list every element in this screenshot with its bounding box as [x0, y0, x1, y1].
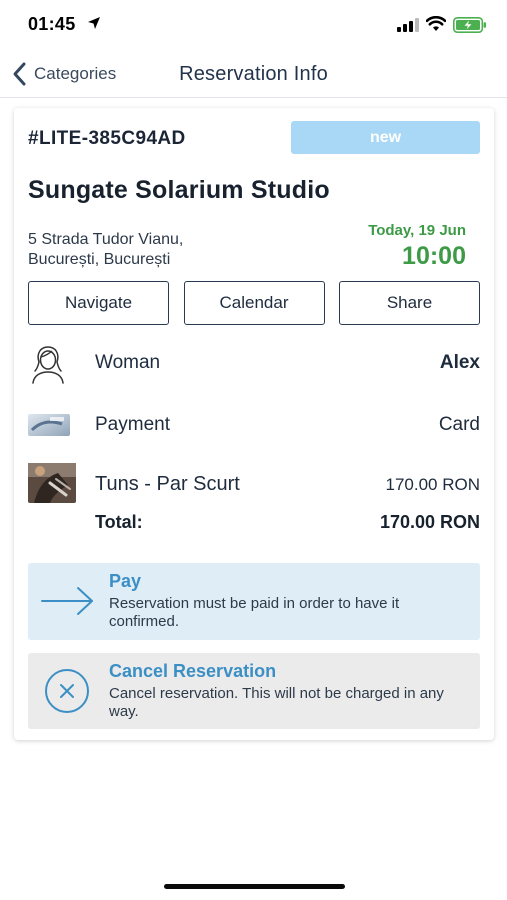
- battery-charging-icon: [453, 17, 486, 33]
- cancel-description: Cancel reservation. This will not be cha…: [109, 685, 444, 720]
- pay-description: Reservation must be paid in order to hav…: [109, 595, 400, 630]
- address-line-2: București, București: [28, 251, 171, 268]
- cellular-signal-icon: [397, 18, 419, 32]
- service-name: Tuns - Par Scurt: [95, 473, 240, 495]
- total-value: 170.00 RON: [379, 512, 480, 532]
- calendar-button[interactable]: Calendar: [183, 281, 325, 325]
- status-bar: 01:45: [0, 0, 507, 50]
- staff-label: Woman: [95, 352, 161, 373]
- share-button[interactable]: Share: [339, 281, 480, 325]
- wifi-icon: [426, 16, 446, 31]
- pay-button[interactable]: Pay Reservation must be paid in order to…: [28, 563, 480, 640]
- cancel-reservation-button[interactable]: Cancel Reservation Cancel reservation. T…: [28, 653, 480, 729]
- home-indicator[interactable]: [164, 884, 345, 889]
- location-arrow-icon: [88, 17, 100, 29]
- page-title: Reservation Info: [179, 63, 328, 85]
- cancel-title: Cancel Reservation: [109, 661, 277, 681]
- reservation-card: #LITE-385C94AD new Sungate Solarium Stud…: [14, 108, 494, 740]
- payment-row: Payment Card: [28, 406, 480, 446]
- navigate-button[interactable]: Navigate: [28, 281, 169, 325]
- payment-value: Card: [438, 414, 480, 435]
- arrow-right-icon: [41, 587, 93, 615]
- service-price: 170.00 RON: [385, 475, 481, 494]
- reservation-id: #LITE-385C94AD: [28, 128, 186, 149]
- status-badge: new: [291, 121, 480, 154]
- service-thumbnail-icon: [28, 463, 76, 503]
- reservation-date: Today, 19 Jun: [368, 222, 466, 239]
- venue-name: Sungate Solarium Studio: [28, 176, 330, 204]
- address-line-1: 5 Strada Tudor Vianu,: [28, 231, 184, 248]
- payment-label: Payment: [95, 414, 170, 435]
- cancel-circle-icon: [45, 669, 89, 713]
- action-buttons: Navigate Calendar Share: [28, 281, 480, 325]
- navigation-bar: Categories Reservation Info: [0, 50, 507, 98]
- service-row: Tuns - Par Scurt 170.00 RON: [28, 463, 480, 503]
- reservation-time: 10:00: [402, 242, 466, 270]
- venue-address: 5 Strada Tudor Vianu, București, Bucureș…: [28, 230, 183, 270]
- staff-value: Alex: [439, 352, 480, 373]
- woman-icon: [32, 346, 64, 384]
- status-time: 01:45: [28, 14, 76, 34]
- total-label: Total:: [95, 512, 143, 532]
- pay-title: Pay: [109, 571, 142, 591]
- staff-row: Woman Alex: [28, 344, 480, 384]
- payment-card-icon: [28, 414, 70, 436]
